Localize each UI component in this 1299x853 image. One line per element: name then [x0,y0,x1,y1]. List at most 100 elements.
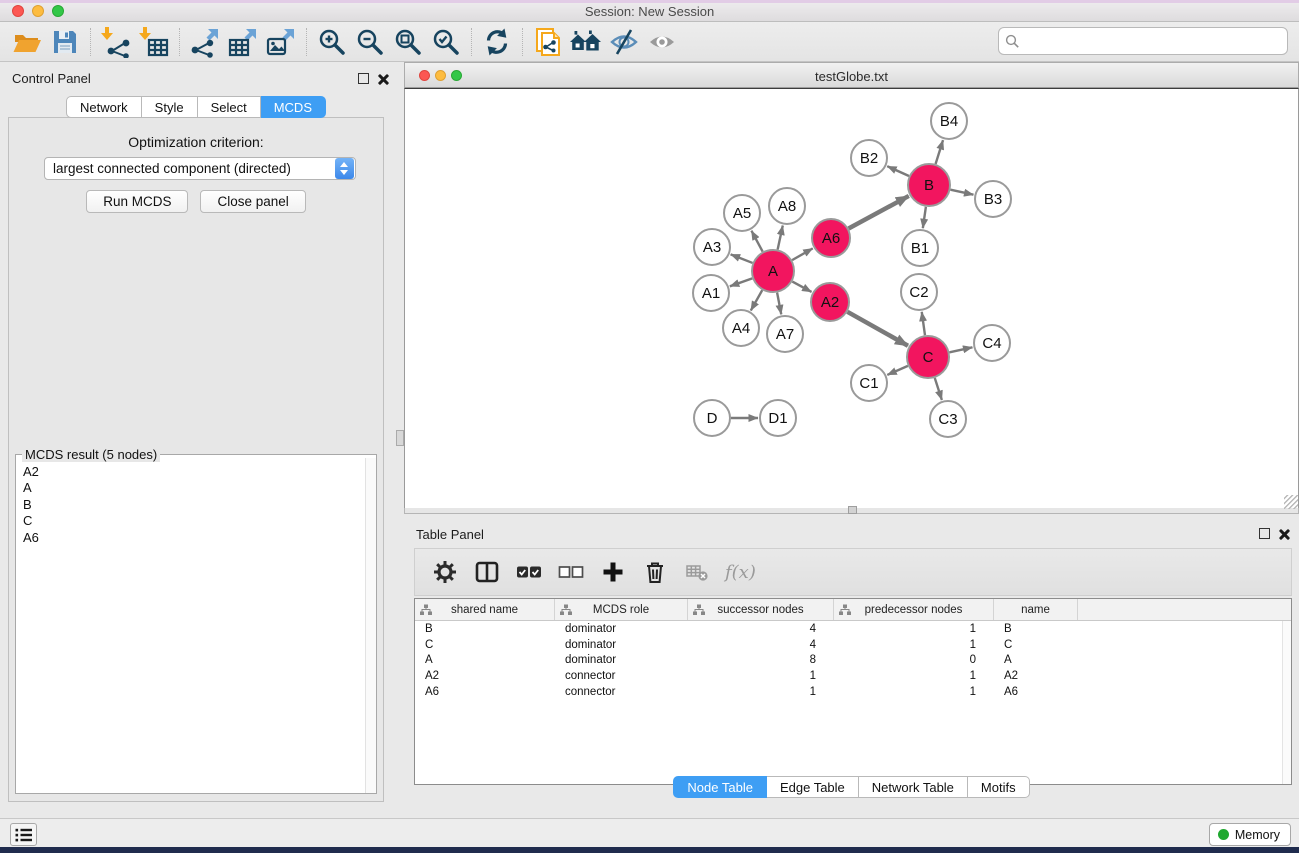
graph-edge-A-A6[interactable] [792,248,813,260]
result-item-a[interactable]: A [23,480,365,496]
table-tab-motifs[interactable]: Motifs [968,776,1030,798]
result-item-c[interactable]: C [23,513,365,529]
cell-predecessor-nodes[interactable]: 1 [834,623,994,635]
cell-name[interactable]: A6 [994,686,1078,698]
close-panel-icon[interactable] [377,73,389,85]
graph-edge-B-B4[interactable] [936,140,943,164]
cell-shared-name[interactable]: B [415,623,555,635]
graph-edge-C-C1[interactable] [887,366,908,375]
table-close-panel-icon[interactable] [1278,528,1290,540]
graph-edge-A-A4[interactable] [751,290,762,310]
open-file-icon[interactable] [8,25,46,59]
cell-mcds-role[interactable]: dominator [555,654,688,666]
function-builder-icon[interactable]: f(x) [725,562,756,583]
tab-network[interactable]: Network [66,96,142,118]
graph-edge-C-C4[interactable] [949,347,972,352]
zoom-in-icon[interactable] [313,25,351,59]
task-history-button[interactable] [10,823,37,846]
result-item-b[interactable]: B [23,497,365,513]
cell-successor-nodes[interactable]: 1 [688,670,834,682]
column-header-mcds-role[interactable]: MCDS role [555,599,688,620]
cell-name[interactable]: A2 [994,670,1078,682]
zoom-selected-icon[interactable] [427,25,465,59]
result-item-a2[interactable]: A2 [23,464,365,480]
show-columns-icon[interactable] [473,558,501,586]
node-table-scrollbar[interactable] [1282,621,1291,784]
network-canvas[interactable]: B4B2BB3A5A8A6A3AB1A1C2A2A4A7CC4C1C3DD1 [404,88,1299,508]
show-details-icon[interactable] [643,25,681,59]
table-row-b[interactable]: Bdominator41B [415,621,1291,637]
graph-edge-A-A1[interactable] [730,278,752,286]
run-mcds-button[interactable]: Run MCDS [86,190,188,213]
float-panel-icon[interactable] [358,73,370,85]
deselect-all-columns-icon[interactable] [557,558,585,586]
cell-successor-nodes[interactable]: 4 [688,639,834,651]
cell-mcds-role[interactable]: connector [555,670,688,682]
save-session-icon[interactable] [46,25,84,59]
apply-layout-icon[interactable] [478,25,516,59]
cell-name[interactable]: B [994,623,1078,635]
graph-edge-B-B3[interactable] [950,190,973,195]
cell-mcds-role[interactable]: dominator [555,623,688,635]
tab-select[interactable]: Select [198,96,261,118]
cell-shared-name[interactable]: A6 [415,686,555,698]
network-graph[interactable]: B4B2BB3A5A8A6A3AB1A1C2A2A4A7CC4C1C3DD1 [405,89,1298,509]
cell-predecessor-nodes[interactable]: 1 [834,670,994,682]
cell-mcds-role[interactable]: connector [555,686,688,698]
graph-edge-B-B1[interactable] [923,207,926,228]
delete-column-icon[interactable] [641,558,669,586]
cell-predecessor-nodes[interactable]: 1 [834,639,994,651]
cell-successor-nodes[interactable]: 4 [688,623,834,635]
graph-edge-B-B2[interactable] [887,166,909,176]
graph-edge-A-A5[interactable] [751,231,762,252]
cell-shared-name[interactable]: A [415,654,555,666]
table-row-c[interactable]: Cdominator41C [415,637,1291,653]
table-tab-network-table[interactable]: Network Table [859,776,968,798]
cell-name[interactable]: A [994,654,1078,666]
export-image-icon[interactable] [262,25,300,59]
table-tab-edge-table[interactable]: Edge Table [767,776,859,798]
zoom-out-icon[interactable] [351,25,389,59]
node-table[interactable]: shared nameMCDS rolesuccessor nodesprede… [414,598,1292,785]
node-table-header[interactable]: shared nameMCDS rolesuccessor nodesprede… [415,599,1291,621]
network-window-grip[interactable] [848,506,857,514]
cell-mcds-role[interactable]: dominator [555,639,688,651]
close-panel-button[interactable]: Close panel [200,190,305,213]
table-tab-node-table[interactable]: Node Table [673,776,767,798]
column-header-shared-name[interactable]: shared name [415,599,555,620]
panel-splitter-handle[interactable] [396,430,404,446]
cell-predecessor-nodes[interactable]: 0 [834,654,994,666]
import-network-icon[interactable] [97,25,135,59]
select-all-columns-icon[interactable] [515,558,543,586]
table-float-panel-icon[interactable] [1259,528,1271,540]
cell-shared-name[interactable]: A2 [415,670,555,682]
network-from-file-icon[interactable] [529,25,567,59]
cell-successor-nodes[interactable]: 8 [688,654,834,666]
table-row-a[interactable]: Adominator80A [415,653,1291,669]
add-column-icon[interactable] [599,558,627,586]
tab-style[interactable]: Style [142,96,198,118]
graph-edge-C-C3[interactable] [935,378,942,400]
table-row-a6[interactable]: A6connector11A6 [415,684,1291,700]
cell-successor-nodes[interactable]: 1 [688,686,834,698]
graph-edge-A-A2[interactable] [792,282,811,292]
mcds-result-scrollbar[interactable] [365,458,376,793]
result-item-a6[interactable]: A6 [23,530,365,546]
graph-edge-A-A8[interactable] [778,226,783,250]
network-resize-grip-icon[interactable] [1284,495,1298,509]
import-table-icon[interactable] [135,25,173,59]
memory-button[interactable]: Memory [1209,823,1291,846]
tab-mcds[interactable]: MCDS [261,96,326,118]
zoom-fit-icon[interactable] [389,25,427,59]
criterion-dropdown[interactable]: largest connected component (directed) [44,157,356,180]
column-header-successor-nodes[interactable]: successor nodes [688,599,834,620]
column-header-predecessor-nodes[interactable]: predecessor nodes [834,599,994,620]
graph-edge-C-C2[interactable] [922,312,925,335]
home-icon[interactable] [567,25,605,59]
cell-shared-name[interactable]: C [415,639,555,651]
search-box[interactable] [998,27,1288,55]
graph-edge-A-A7[interactable] [777,293,781,315]
hide-details-icon[interactable] [605,25,643,59]
graph-edge-A6-B[interactable] [849,196,909,229]
graph-edge-A2-C[interactable] [847,312,908,346]
